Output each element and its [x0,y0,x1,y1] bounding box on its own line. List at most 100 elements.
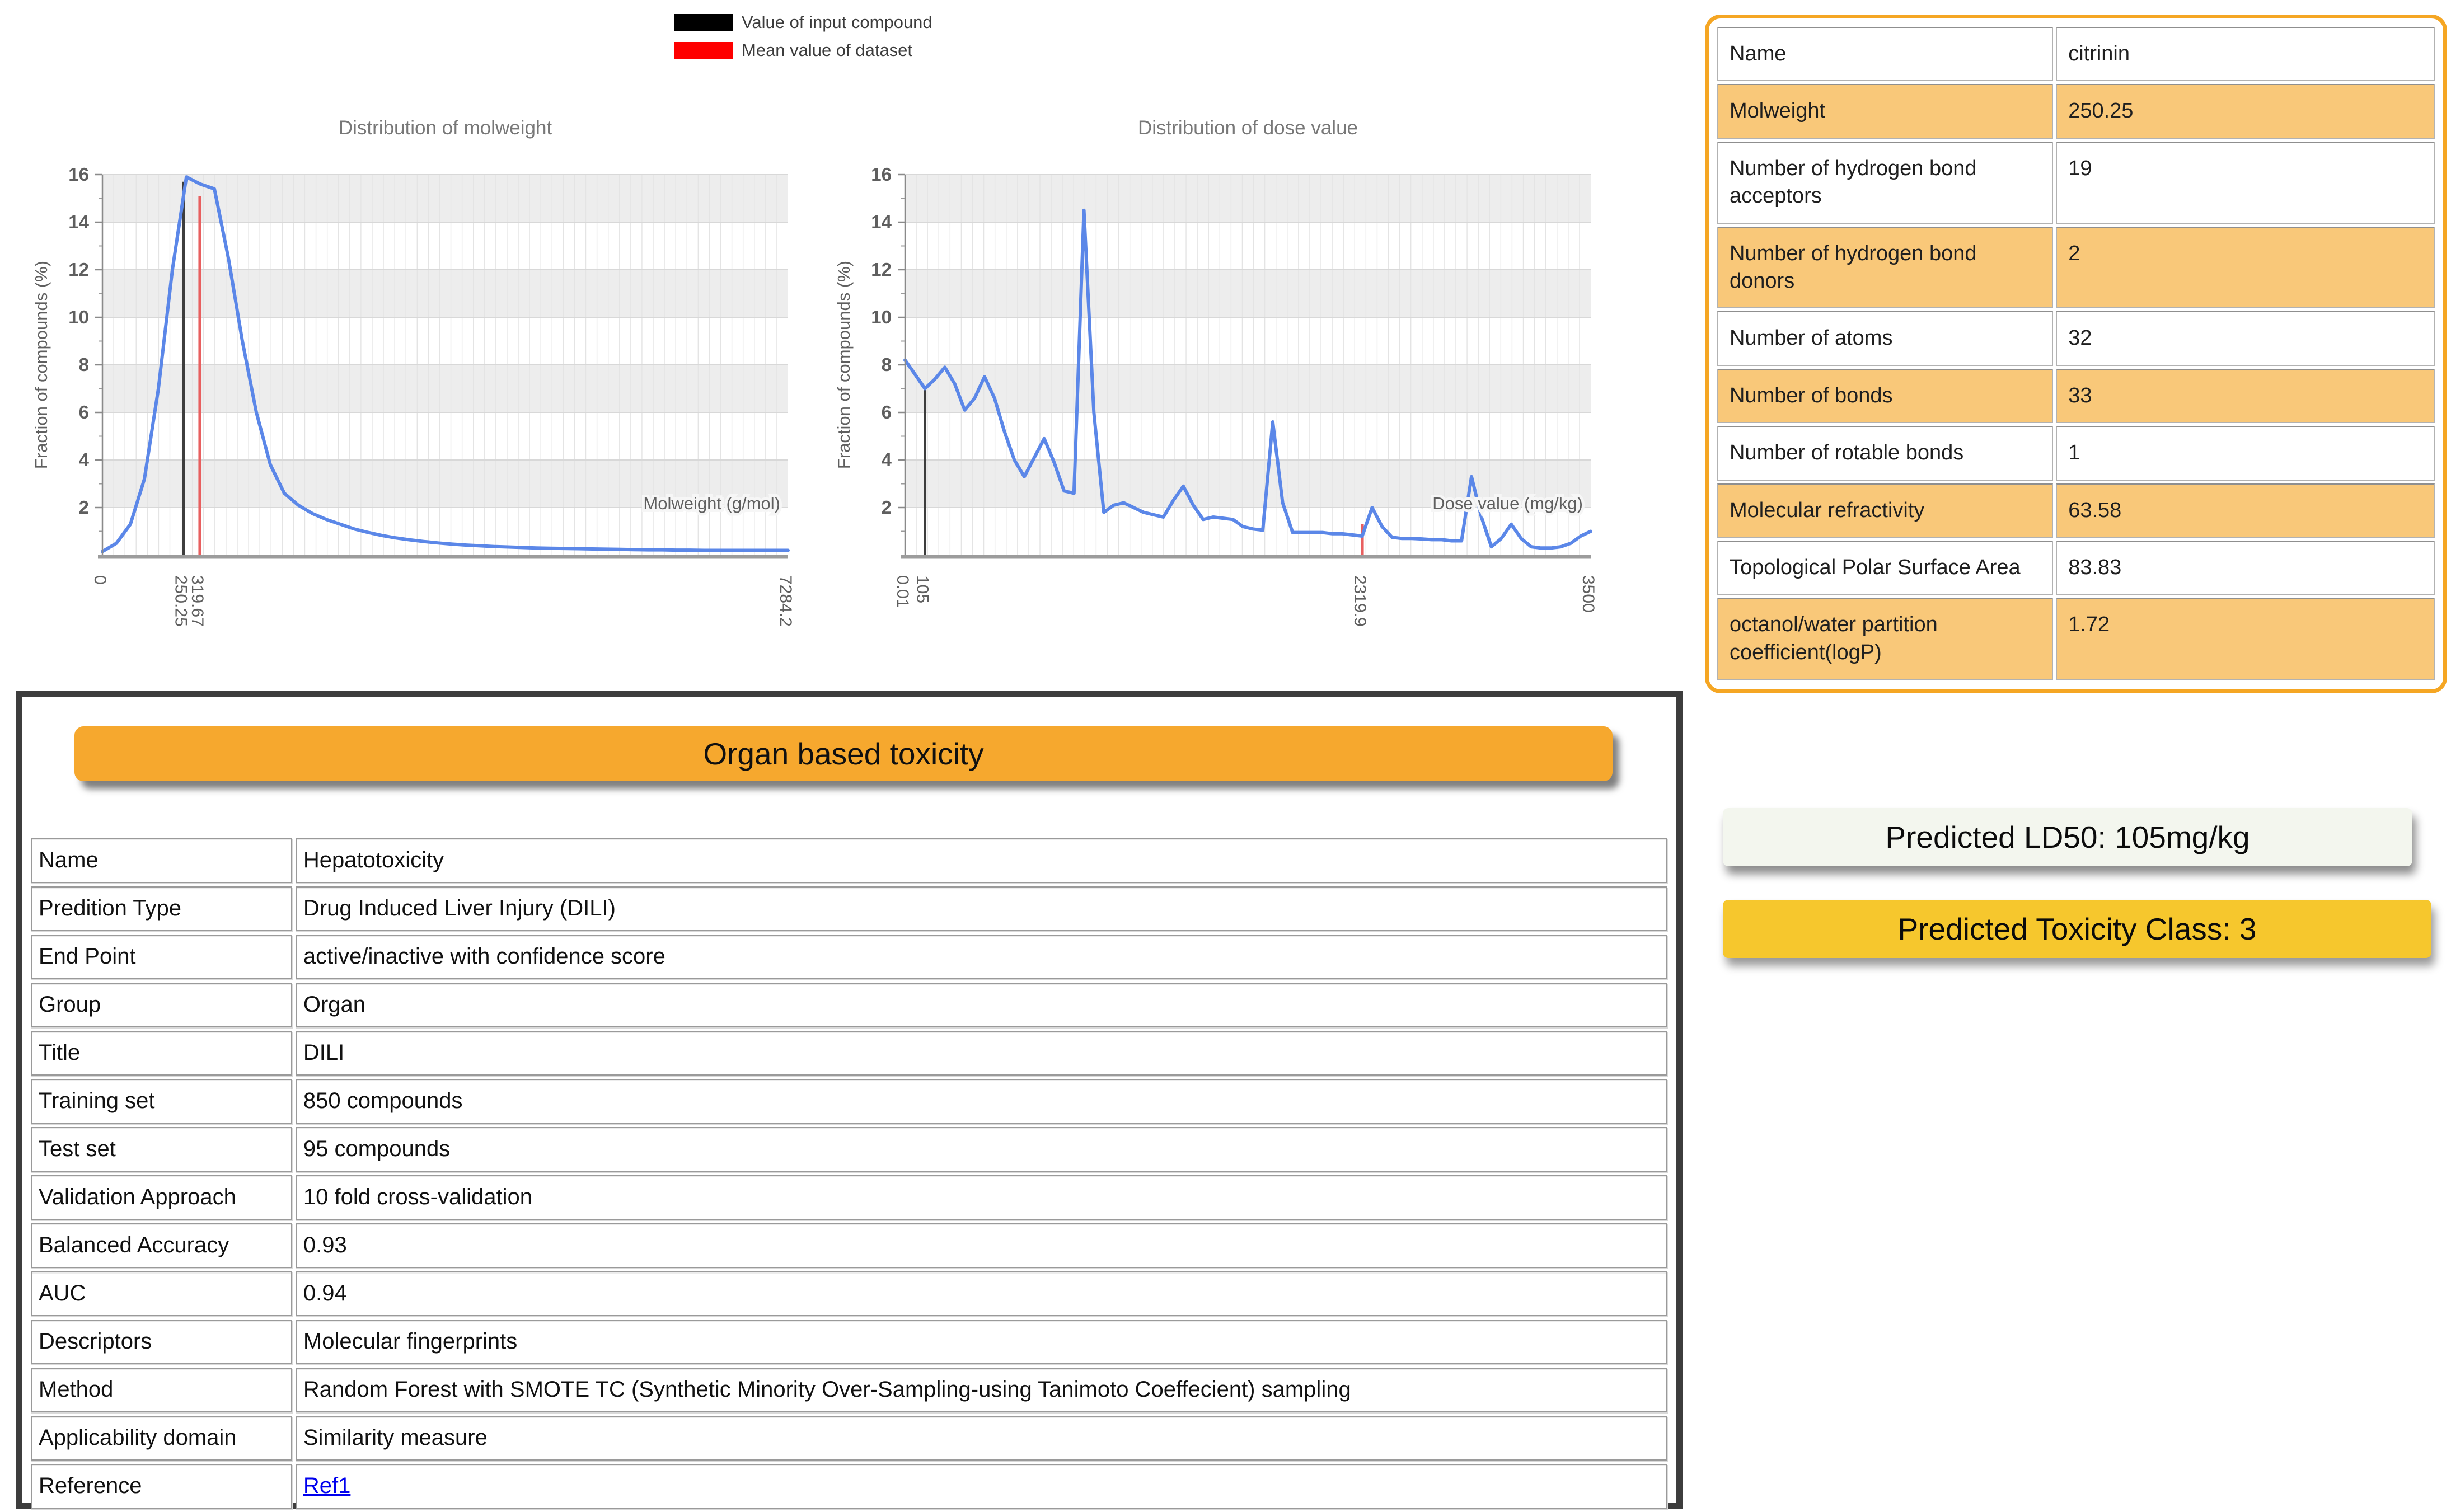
predicted-toxicity-class-text: Predicted Toxicity Class: 3 [1898,911,2257,947]
organ-row-label: Descriptors [31,1320,292,1364]
svg-text:16: 16 [871,164,892,185]
svg-text:Dose value (mg/kg): Dose value (mg/kg) [1432,494,1583,513]
svg-text:8: 8 [79,354,89,375]
organ-row-value: Hepatotoxicity [296,838,1667,883]
property-row: Number of hydrogen bond acceptors19 [1717,142,2435,224]
organ-row-label: Group [31,983,292,1027]
organ-row-label: Reference [31,1464,292,1509]
organ-toxicity-header: Organ based toxicity [74,726,1613,781]
organ-row-label: Name [31,838,292,883]
organ-row-value: 0.93 [296,1223,1667,1268]
svg-text:6: 6 [882,402,892,422]
svg-text:0.01: 0.01 [893,575,912,608]
svg-text:Distribution of dose value: Distribution of dose value [1138,117,1358,139]
property-value: 32 [2056,311,2435,365]
svg-text:319.67: 319.67 [188,575,207,627]
organ-toxicity-row: DescriptorsMolecular fingerprints [31,1320,1667,1364]
organ-toxicity-row: MethodRandom Forest with SMOTE TC (Synth… [31,1368,1667,1412]
predicted-ld50-box[interactable]: Predicted LD50: 105mg/kg [1723,808,2412,866]
organ-toxicity-row: Balanced Accuracy0.93 [31,1223,1667,1268]
organ-row-label: Validation Approach [31,1175,292,1220]
predicted-ld50-text: Predicted LD50: 105mg/kg [1885,819,2250,855]
property-value: 19 [2056,142,2435,224]
svg-text:2319.9: 2319.9 [1351,575,1369,627]
organ-row-label: End Point [31,935,292,979]
property-label: Number of rotable bonds [1717,426,2053,480]
predicted-toxicity-class-box[interactable]: Predicted Toxicity Class: 3 [1723,900,2431,958]
property-label: Molweight [1717,84,2053,138]
svg-text:16: 16 [68,164,89,185]
svg-text:Molweight (g/mol): Molweight (g/mol) [643,494,780,513]
property-row: Topological Polar Surface Area83.83 [1717,541,2435,595]
organ-row-label: Title [31,1031,292,1076]
organ-toxicity-row: End Pointactive/inactive with confidence… [31,935,1667,979]
organ-row-label: Applicability domain [31,1416,292,1461]
organ-row-value: Ref1 [296,1464,1667,1509]
compound-properties-card: NamecitrininMolweight250.25Number of hyd… [1705,15,2447,693]
reference-link[interactable]: Ref1 [303,1473,351,1498]
svg-text:10: 10 [68,307,89,327]
organ-row-value: Random Forest with SMOTE TC (Synthetic M… [296,1368,1667,1412]
organ-row-value: 0.94 [296,1271,1667,1316]
svg-text:0: 0 [91,575,109,585]
property-value: 1 [2056,426,2435,480]
organ-toxicity-row: AUC0.94 [31,1271,1667,1316]
svg-text:7284.2: 7284.2 [776,575,795,627]
property-row: Number of rotable bonds1 [1717,426,2435,480]
organ-row-label: Balanced Accuracy [31,1223,292,1268]
property-row: Number of hydrogen bond donors2 [1717,227,2435,309]
svg-text:4: 4 [79,449,90,470]
svg-text:Distribution of molweight: Distribution of molweight [339,117,552,139]
organ-row-label: Training set [31,1079,292,1124]
molweight-distribution-chart: 2468101214160250.25319.677284.2Distribut… [21,102,822,673]
organ-row-value: Organ [296,983,1667,1027]
property-value: 1.72 [2056,598,2435,680]
organ-toxicity-row: TitleDILI [31,1031,1667,1076]
svg-text:2: 2 [882,497,892,518]
organ-row-value: DILI [296,1031,1667,1076]
svg-text:10: 10 [871,307,892,327]
organ-row-value: Molecular fingerprints [296,1320,1667,1364]
organ-toxicity-row: Training set850 compounds [31,1079,1667,1124]
dataset-mean-swatch [674,42,733,59]
input-compound-swatch [674,14,733,31]
organ-toxicity-row: Test set95 compounds [31,1127,1667,1172]
organ-row-value: 850 compounds [296,1079,1667,1124]
organ-row-value: Similarity measure [296,1416,1667,1461]
svg-text:Fraction of compounds (%): Fraction of compounds (%) [31,261,51,469]
organ-row-value: Drug Induced Liver Injury (DILI) [296,886,1667,931]
property-label: Number of hydrogen bond donors [1717,227,2053,309]
svg-text:105: 105 [913,575,932,603]
organ-toxicity-row: NameHepatotoxicity [31,838,1667,883]
svg-text:2: 2 [79,497,89,518]
chart-legend: Value of input compoundMean value of dat… [674,12,932,68]
property-label: Name [1717,27,2053,81]
compound-properties-body: NamecitrininMolweight250.25Number of hyd… [1717,27,2435,680]
svg-text:3500: 3500 [1579,575,1597,613]
property-row: Number of atoms32 [1717,311,2435,365]
property-value: citrinin [2056,27,2435,81]
svg-text:12: 12 [68,259,89,280]
property-row: Number of bonds33 [1717,369,2435,423]
compound-properties-table: NamecitrininMolweight250.25Number of hyd… [1714,24,2438,683]
svg-text:6: 6 [79,402,89,422]
organ-toxicity-row: Predition TypeDrug Induced Liver Injury … [31,886,1667,931]
svg-text:Fraction of compounds (%): Fraction of compounds (%) [834,261,854,469]
organ-row-value: 10 fold cross-validation [296,1175,1667,1220]
property-value: 83.83 [2056,541,2435,595]
property-value: 33 [2056,369,2435,423]
svg-text:8: 8 [882,354,892,375]
organ-toxicity-row: Applicability domainSimilarity measure [31,1416,1667,1461]
organ-toxicity-row: Validation Approach10 fold cross-validat… [31,1175,1667,1220]
property-row: octanol/water partition coefficient(logP… [1717,598,2435,680]
property-row: Molecular refractivity63.58 [1717,483,2435,538]
organ-toxicity-table: NameHepatotoxicityPredition TypeDrug Ind… [27,835,1671,1512]
organ-row-value: active/inactive with confidence score [296,935,1667,979]
organ-toxicity-panel: Organ based toxicity NameHepatotoxicityP… [16,691,1683,1509]
organ-row-value: 95 compounds [296,1127,1667,1172]
organ-row-label: AUC [31,1271,292,1316]
organ-row-label: Test set [31,1127,292,1172]
organ-row-label: Method [31,1368,292,1412]
property-row: Namecitrinin [1717,27,2435,81]
organ-toxicity-row: GroupOrgan [31,983,1667,1027]
